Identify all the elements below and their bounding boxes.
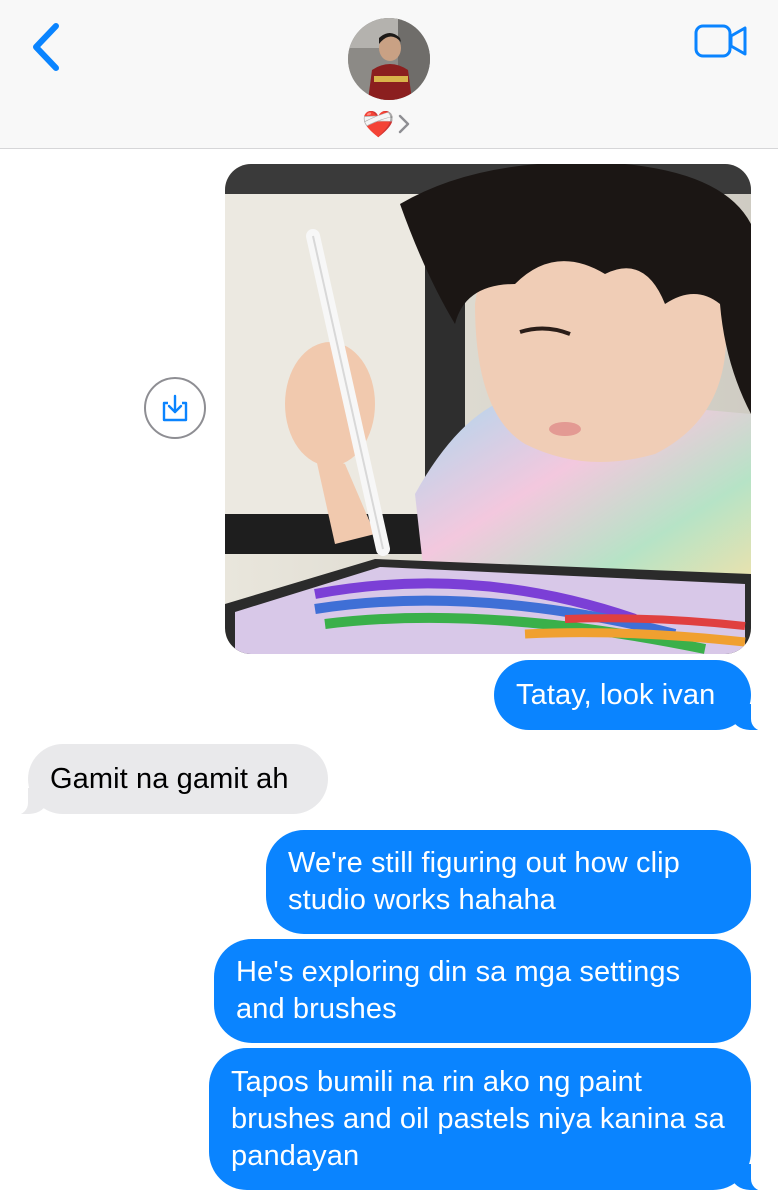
message-text: Tapos bumili na rin ako ng paint brushes… xyxy=(231,1065,725,1172)
sent-message-bubble[interactable]: Tatay, look ivan xyxy=(494,660,769,731)
facetime-video-button[interactable] xyxy=(694,24,748,58)
message-text: We're still figuring out how clip studio… xyxy=(288,847,680,916)
contact-avatar[interactable] xyxy=(348,18,430,100)
save-download-icon xyxy=(162,394,188,422)
video-camera-icon xyxy=(694,24,747,58)
contact-name[interactable]: ❤️‍🩹 xyxy=(362,108,410,140)
chevron-left-icon xyxy=(33,23,59,71)
sent-message-bubble[interactable]: He's exploring din sa mga settings and b… xyxy=(214,939,751,1043)
save-photo-button[interactable] xyxy=(144,377,206,439)
sent-message-bubble[interactable]: We're still figuring out how clip studio… xyxy=(266,830,751,934)
sent-message-bubble[interactable]: Tapos bumili na rin ako ng paint brushes… xyxy=(209,1048,769,1191)
conversation-header: ❤️‍🩹 xyxy=(0,0,778,149)
message-text: Gamit na gamit ah xyxy=(50,762,289,795)
message-text: Tatay, look ivan xyxy=(516,678,716,711)
chevron-right-icon xyxy=(399,114,410,134)
message-text: He's exploring din sa mga settings and b… xyxy=(236,956,681,1025)
mending-heart-emoji: ❤️‍🩹 xyxy=(362,109,395,139)
back-button[interactable] xyxy=(26,22,66,74)
photo-thumbnail xyxy=(225,164,751,654)
photo-attachment[interactable] xyxy=(225,164,751,654)
received-message-bubble[interactable]: Gamit na gamit ah xyxy=(10,744,328,815)
